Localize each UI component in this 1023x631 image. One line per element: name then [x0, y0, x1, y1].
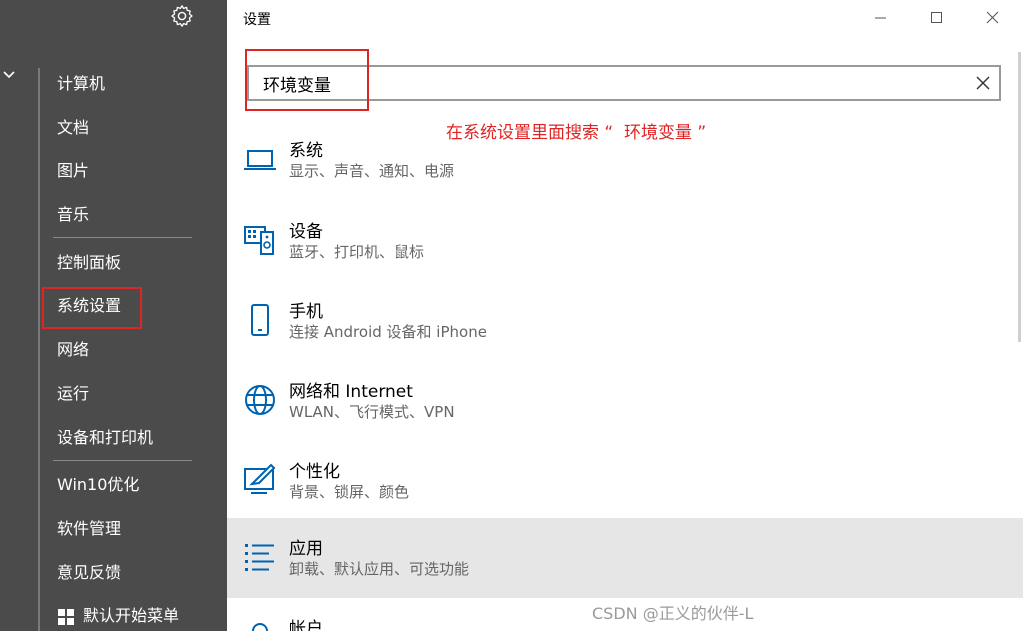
result-network[interactable]: 网络和 Internet WLAN、飞行模式、VPN — [227, 361, 1023, 441]
search-box[interactable] — [247, 65, 1001, 101]
maximize-button[interactable] — [913, 0, 959, 36]
minimize-icon — [875, 17, 886, 19]
result-system[interactable]: 系统 显示、声音、通知、电源 — [227, 120, 1023, 200]
result-title: 帐户 — [289, 619, 323, 631]
result-subtitle: 显示、声音、通知、电源 — [289, 162, 455, 180]
settings-window: 设置 在系统设置里面搜索 “ 环境变量 ” 系统 显示、声音、通知、电源 — [227, 0, 1023, 631]
result-apps[interactable]: 应用 卸载、默认应用、可选功能 — [227, 518, 1023, 598]
result-subtitle: 背景、锁屏、颜色 — [289, 483, 410, 501]
result-title: 网络和 Internet — [289, 382, 413, 402]
menu-item-win10-optimize[interactable]: Win10优化 — [57, 474, 139, 496]
menu-item-control-panel[interactable]: 控制面板 — [57, 252, 121, 274]
red-highlight-box — [42, 287, 142, 329]
result-subtitle: 蓝牙、打印机、鼠标 — [289, 243, 425, 261]
result-subtitle: 卸载、默认应用、可选功能 — [289, 560, 470, 578]
result-title: 系统 — [289, 141, 323, 161]
result-subtitle: 连接 Android 设备和 iPhone — [289, 323, 487, 341]
menu-divider — [53, 237, 192, 238]
menu-item-documents[interactable]: 文档 — [57, 117, 89, 139]
window-title: 设置 — [243, 12, 271, 28]
chevron-down-icon[interactable] — [2, 68, 16, 82]
windows-logo-icon — [58, 609, 74, 625]
menu-item-feedback[interactable]: 意见反馈 — [57, 562, 121, 584]
start-menu-sidebar: 计算机 文档 图片 音乐 控制面板 系统设置 网络 运行 设备和打印机 Win1… — [0, 0, 227, 631]
result-devices[interactable]: 设备 蓝牙、打印机、鼠标 — [227, 201, 1023, 281]
search-input[interactable] — [263, 71, 943, 95]
menu-item-network[interactable]: 网络 — [57, 339, 89, 361]
result-title: 应用 — [289, 539, 323, 559]
menu-item-computer[interactable]: 计算机 — [57, 73, 105, 95]
result-title: 手机 — [289, 302, 323, 322]
watermark-text: CSDN @正义的伙伴-L — [592, 604, 754, 623]
globe-icon — [245, 385, 275, 415]
result-title: 个性化 — [289, 462, 340, 482]
result-title: 设备 — [289, 222, 323, 242]
menu-divider — [53, 460, 192, 461]
result-phone[interactable]: 手机 连接 Android 设备和 iPhone — [227, 281, 1023, 361]
minimize-button[interactable] — [857, 0, 903, 36]
personalization-icon — [244, 463, 276, 494]
menu-item-devices-printers[interactable]: 设备和打印机 — [57, 427, 153, 449]
menu-rail — [38, 68, 40, 631]
menu-item-software-manager[interactable]: 软件管理 — [57, 518, 121, 540]
close-icon — [986, 11, 999, 24]
apps-list-icon — [245, 544, 274, 571]
result-personalization[interactable]: 个性化 背景、锁屏、颜色 — [227, 441, 1023, 521]
laptop-icon — [244, 150, 276, 170]
phone-icon — [251, 304, 269, 336]
devices-icon — [244, 226, 274, 255]
maximize-icon — [931, 12, 942, 23]
menu-item-default-start[interactable]: 默认开始菜单 — [83, 605, 179, 627]
gear-icon[interactable] — [170, 4, 194, 28]
account-icon — [252, 623, 268, 631]
scrollbar[interactable] — [1018, 52, 1021, 342]
clear-search-icon[interactable] — [975, 75, 991, 91]
menu-item-pictures[interactable]: 图片 — [57, 160, 89, 182]
close-button[interactable] — [969, 0, 1015, 36]
result-subtitle: WLAN、飞行模式、VPN — [289, 403, 455, 421]
menu-item-run[interactable]: 运行 — [57, 383, 89, 405]
menu-item-music[interactable]: 音乐 — [57, 204, 89, 226]
